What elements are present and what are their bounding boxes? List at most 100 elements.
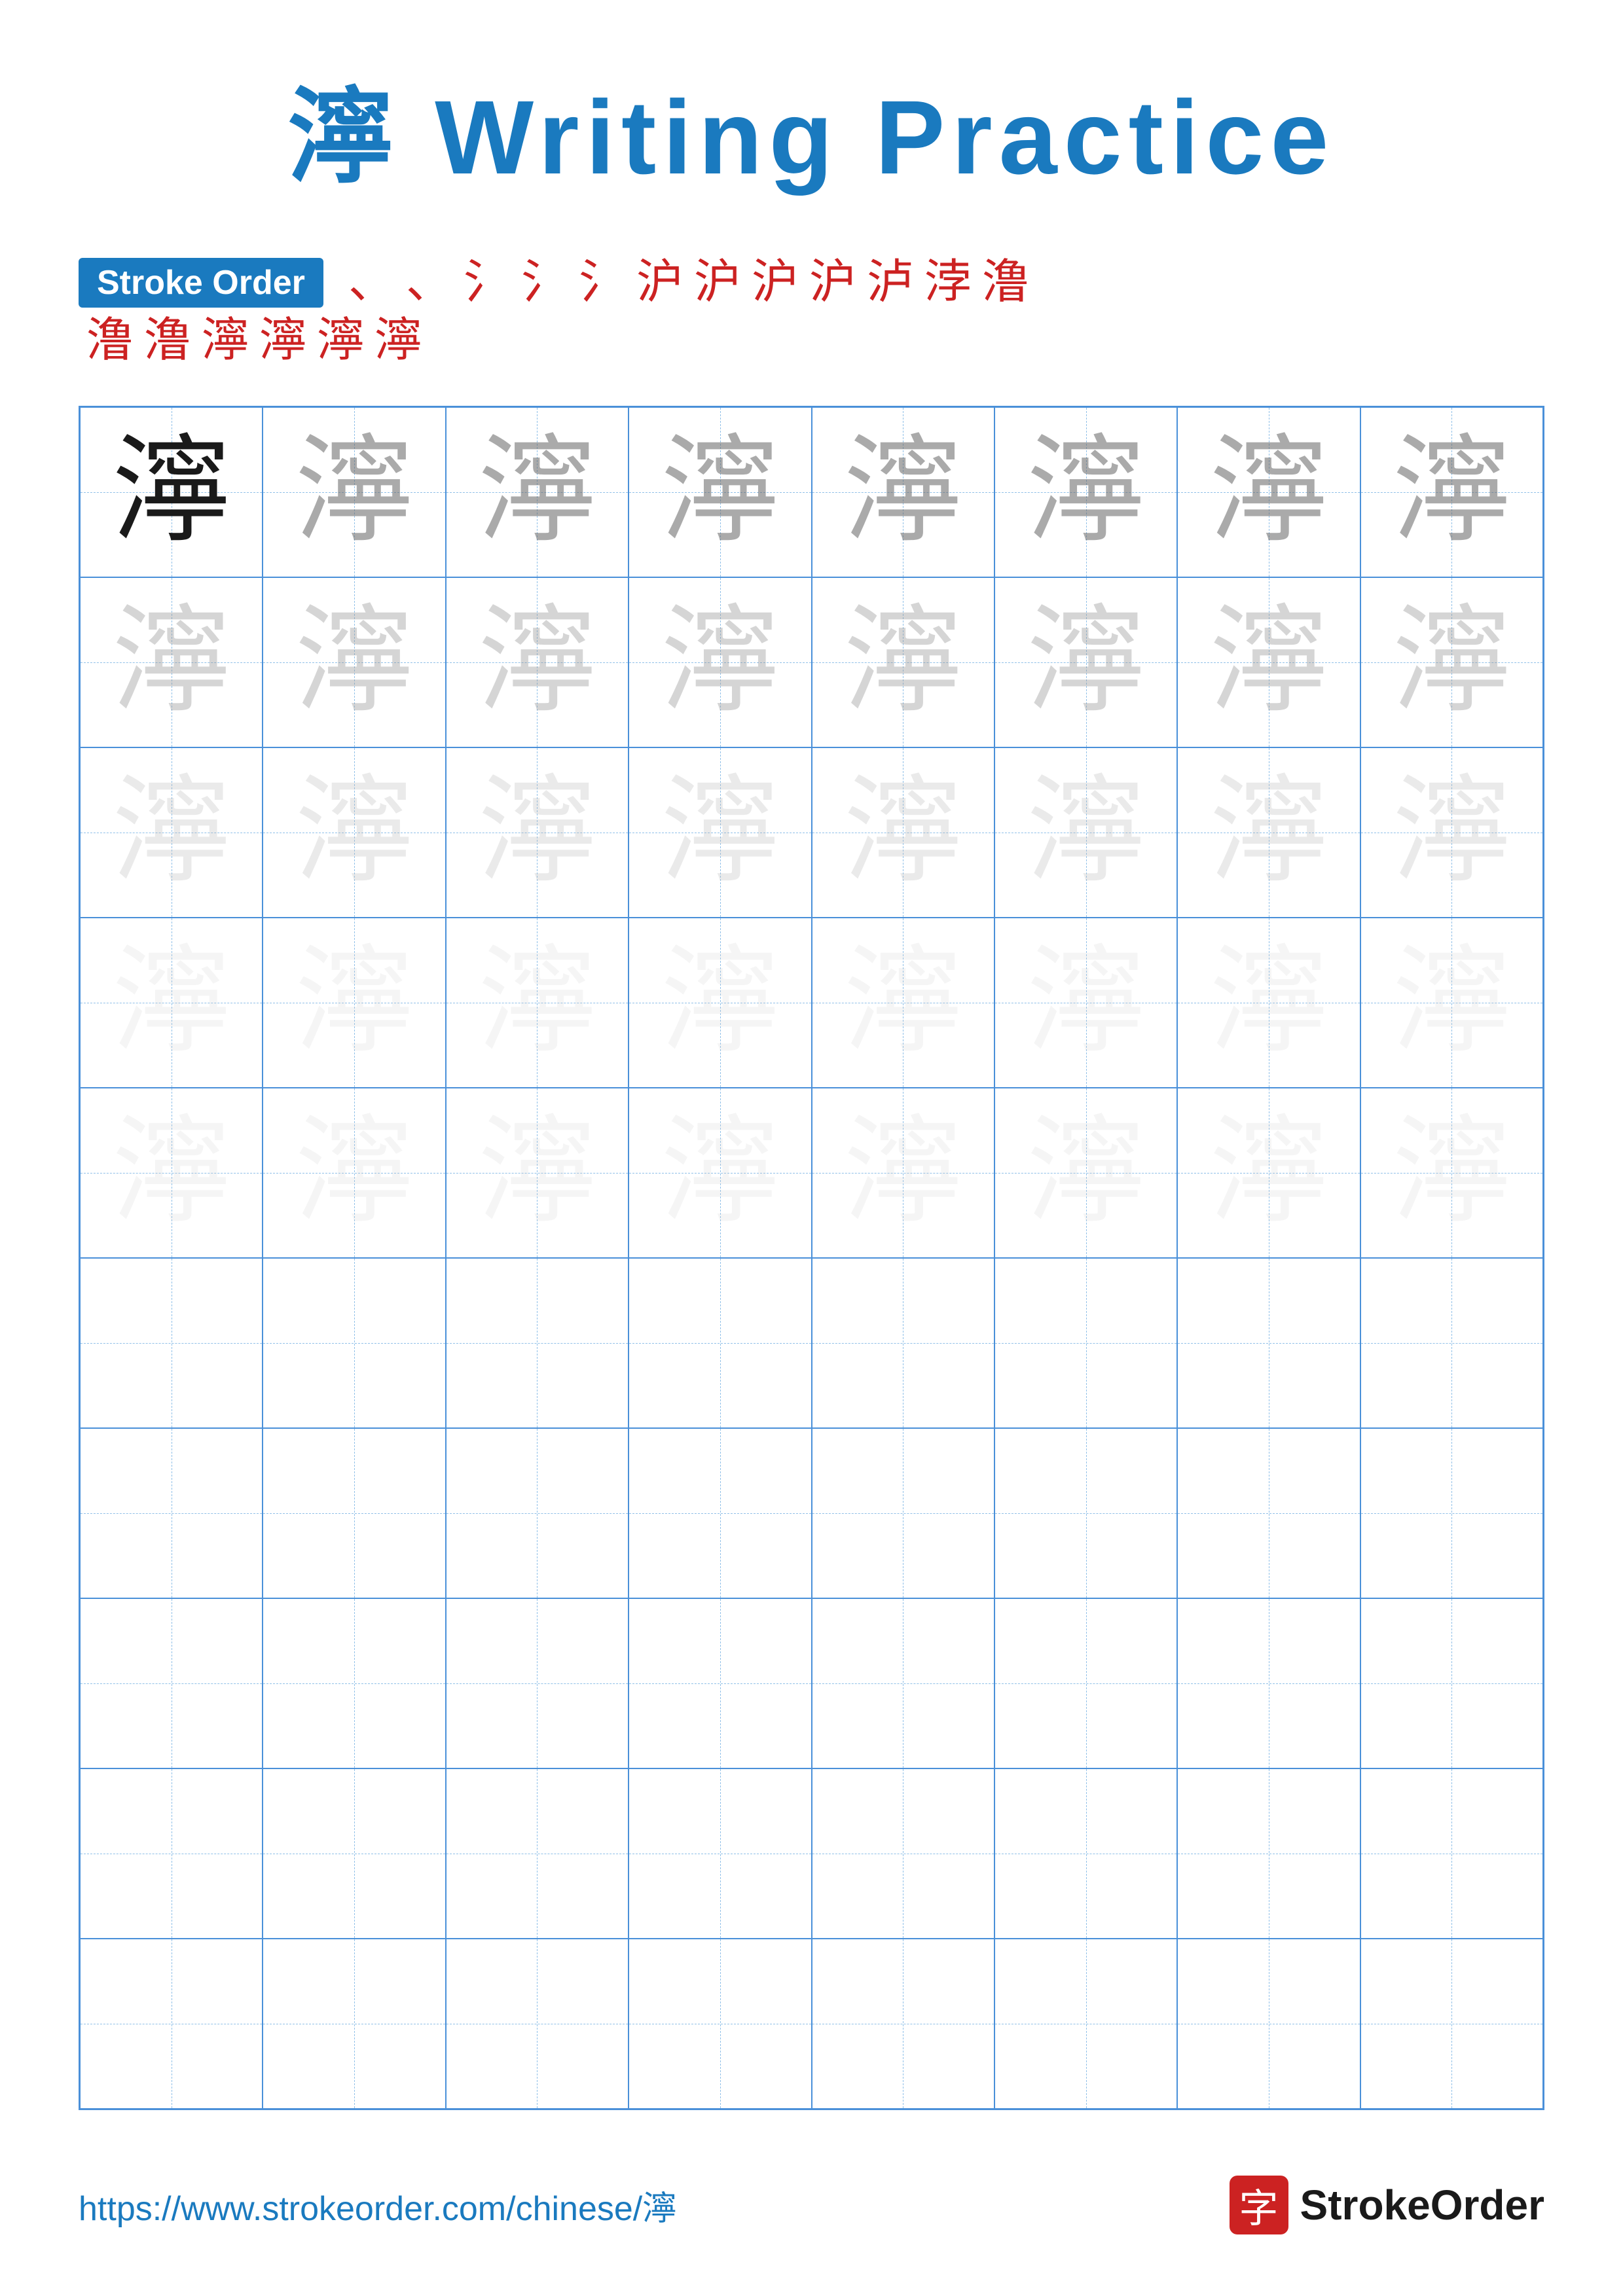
grid-cell[interactable]: 濘 bbox=[1360, 918, 1543, 1088]
grid-cell[interactable] bbox=[80, 1768, 263, 1939]
practice-char: 濘 bbox=[1393, 774, 1510, 891]
grid-cell[interactable] bbox=[80, 1258, 263, 1428]
grid-cell[interactable] bbox=[812, 1939, 994, 2109]
grid-cell[interactable]: 濘 bbox=[1360, 747, 1543, 918]
grid-cell[interactable] bbox=[80, 1428, 263, 1598]
grid-cell[interactable] bbox=[446, 1258, 629, 1428]
stroke-char-7: 沪 bbox=[694, 257, 741, 308]
grid-cell[interactable]: 濘 bbox=[994, 747, 1177, 918]
grid-cell[interactable] bbox=[629, 1939, 811, 2109]
grid-cell[interactable]: 濘 bbox=[80, 407, 263, 577]
grid-cell[interactable]: 濘 bbox=[1177, 918, 1360, 1088]
grid-cell[interactable]: 濘 bbox=[812, 577, 994, 747]
grid-cell[interactable]: 濘 bbox=[1177, 577, 1360, 747]
grid-cell[interactable] bbox=[1177, 1768, 1360, 1939]
practice-char: 濘 bbox=[1393, 1114, 1510, 1232]
grid-cell[interactable] bbox=[446, 1428, 629, 1598]
grid-cell[interactable] bbox=[263, 1258, 445, 1428]
grid-cell[interactable] bbox=[446, 1939, 629, 2109]
grid-cell[interactable]: 濘 bbox=[80, 1088, 263, 1258]
practice-char: 濘 bbox=[1027, 944, 1145, 1062]
stroke-order-badge: Stroke Order bbox=[79, 258, 323, 308]
grid-cell[interactable] bbox=[80, 1598, 263, 1768]
grid-cell[interactable]: 濘 bbox=[994, 577, 1177, 747]
grid-cell[interactable]: 濘 bbox=[812, 407, 994, 577]
grid-cell[interactable] bbox=[1360, 1598, 1543, 1768]
grid-cell[interactable] bbox=[263, 1939, 445, 2109]
grid-cell[interactable] bbox=[1360, 1939, 1543, 2109]
stroke-char-5: 氵 bbox=[579, 257, 626, 308]
practice-char: 濘 bbox=[661, 433, 779, 551]
grid-cell[interactable]: 濘 bbox=[629, 1088, 811, 1258]
grid-cell[interactable] bbox=[629, 1428, 811, 1598]
grid-cell[interactable]: 濘 bbox=[629, 747, 811, 918]
grid-cell[interactable] bbox=[263, 1768, 445, 1939]
practice-char: 濘 bbox=[1027, 1114, 1145, 1232]
grid-cell[interactable]: 濘 bbox=[812, 747, 994, 918]
grid-cell[interactable]: 濘 bbox=[263, 747, 445, 918]
grid-cell[interactable]: 濘 bbox=[446, 407, 629, 577]
grid-cell[interactable] bbox=[994, 1939, 1177, 2109]
grid-cell[interactable] bbox=[629, 1768, 811, 1939]
grid-cell[interactable] bbox=[629, 1598, 811, 1768]
grid-cell[interactable]: 濘 bbox=[629, 577, 811, 747]
grid-cell[interactable] bbox=[812, 1598, 994, 1768]
grid-cell[interactable]: 濘 bbox=[263, 918, 445, 1088]
grid-cell[interactable] bbox=[1360, 1768, 1543, 1939]
grid-cell[interactable]: 濘 bbox=[80, 918, 263, 1088]
grid-cell[interactable]: 濘 bbox=[263, 407, 445, 577]
grid-cell[interactable]: 濘 bbox=[263, 577, 445, 747]
grid-cell[interactable] bbox=[994, 1598, 1177, 1768]
grid-cell[interactable]: 濘 bbox=[80, 577, 263, 747]
grid-cell[interactable] bbox=[994, 1258, 1177, 1428]
grid-cell[interactable] bbox=[263, 1428, 445, 1598]
grid-cell[interactable]: 濘 bbox=[1177, 407, 1360, 577]
grid-cell[interactable] bbox=[629, 1258, 811, 1428]
practice-char: 濘 bbox=[1210, 603, 1328, 721]
grid-cell[interactable] bbox=[994, 1428, 1177, 1598]
grid-cell[interactable] bbox=[812, 1258, 994, 1428]
grid-cell[interactable]: 濘 bbox=[446, 1088, 629, 1258]
practice-char: 濘 bbox=[295, 944, 413, 1062]
grid-cell[interactable]: 濘 bbox=[1360, 577, 1543, 747]
grid-cell[interactable]: 濘 bbox=[446, 577, 629, 747]
grid-cell[interactable]: 濘 bbox=[1360, 407, 1543, 577]
grid-cell[interactable]: 濘 bbox=[446, 747, 629, 918]
practice-char: 濘 bbox=[295, 1114, 413, 1232]
grid-cell[interactable] bbox=[994, 1768, 1177, 1939]
grid-cell[interactable] bbox=[1177, 1939, 1360, 2109]
grid-cell[interactable]: 濘 bbox=[1177, 1088, 1360, 1258]
grid-cell[interactable]: 濘 bbox=[263, 1088, 445, 1258]
grid-cell[interactable]: 濘 bbox=[1177, 747, 1360, 918]
grid-cell[interactable]: 濘 bbox=[1360, 1088, 1543, 1258]
grid-cell[interactable]: 濘 bbox=[812, 1088, 994, 1258]
grid-cell[interactable] bbox=[1177, 1258, 1360, 1428]
grid-cell[interactable] bbox=[812, 1428, 994, 1598]
practice-char: 濘 bbox=[113, 774, 230, 891]
grid-cell[interactable] bbox=[446, 1768, 629, 1939]
grid-cell[interactable] bbox=[446, 1598, 629, 1768]
grid-cell[interactable] bbox=[80, 1939, 263, 2109]
page: 濘 Writing Practice Stroke Order 、 、 氵 氵 … bbox=[0, 0, 1623, 2296]
grid-cell[interactable]: 濘 bbox=[812, 918, 994, 1088]
stroke-order-row2: 澛 澛 濘 濘 濘 濘 bbox=[81, 315, 1544, 367]
grid-cell[interactable] bbox=[1360, 1258, 1543, 1428]
grid-cell[interactable]: 濘 bbox=[629, 918, 811, 1088]
grid-cell[interactable]: 濘 bbox=[629, 407, 811, 577]
grid-cell[interactable]: 濘 bbox=[994, 918, 1177, 1088]
stroke-order-row1: Stroke Order 、 、 氵 氵 氵 沪 沪 沪 沪 泸 浡 澛 bbox=[79, 257, 1544, 308]
grid-cell[interactable] bbox=[263, 1598, 445, 1768]
grid-cell[interactable] bbox=[1177, 1598, 1360, 1768]
grid-cell[interactable]: 濘 bbox=[994, 1088, 1177, 1258]
stroke-char-4: 氵 bbox=[521, 257, 568, 308]
stroke-char-2: 、 bbox=[406, 257, 453, 308]
grid-cell[interactable] bbox=[1360, 1428, 1543, 1598]
grid-cell[interactable] bbox=[1177, 1428, 1360, 1598]
practice-char: 濘 bbox=[844, 603, 962, 721]
grid-cell[interactable]: 濘 bbox=[80, 747, 263, 918]
grid-cell[interactable]: 濘 bbox=[994, 407, 1177, 577]
footer-url[interactable]: https://www.strokeorder.com/chinese/濘 bbox=[79, 2181, 676, 2230]
grid-cell[interactable] bbox=[812, 1768, 994, 1939]
footer: https://www.strokeorder.com/chinese/濘 字 … bbox=[79, 2162, 1544, 2234]
grid-cell[interactable]: 濘 bbox=[446, 918, 629, 1088]
